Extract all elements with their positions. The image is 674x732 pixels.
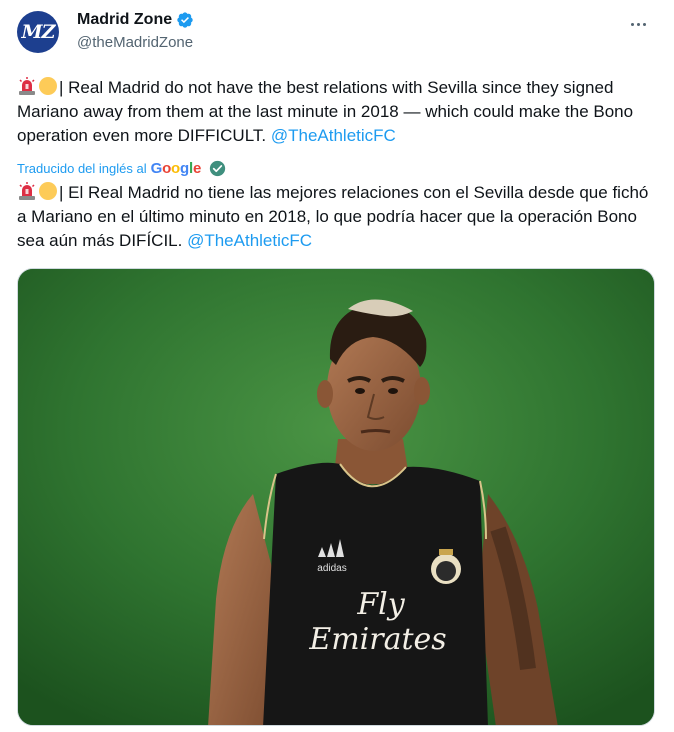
author-handle[interactable]: @theMadridZone bbox=[77, 34, 193, 51]
google-logo: Google bbox=[150, 160, 202, 177]
checkmark-circle-icon bbox=[209, 160, 226, 177]
player-photo: adidas Fly Emirates bbox=[18, 269, 654, 725]
author-name-row: Madrid Zone bbox=[77, 11, 194, 29]
shirt-sponsor-line2: Emirates bbox=[308, 622, 446, 657]
more-options-button[interactable] bbox=[626, 14, 650, 34]
avatar[interactable]: MZ bbox=[17, 11, 59, 53]
police-light-icon bbox=[19, 182, 35, 200]
dot-icon bbox=[630, 22, 634, 26]
translation-label: Traducido del inglés al bbox=[17, 161, 147, 176]
yellow-circle-icon bbox=[39, 182, 57, 200]
translation-attribution: Traducido del inglés al Google bbox=[17, 160, 226, 177]
verified-badge-icon bbox=[177, 12, 193, 28]
yellow-circle-icon bbox=[39, 77, 57, 95]
tweet-photo[interactable]: adidas Fly Emirates bbox=[17, 268, 655, 726]
tweet: MZ Madrid Zone @theMadridZone | Real Mad… bbox=[0, 0, 674, 732]
avatar-logo-text: MZ bbox=[21, 21, 56, 43]
tweet-text-translated: | El Real Madrid no tiene las mejores re… bbox=[17, 181, 657, 253]
mention-link[interactable]: @TheAthleticFC bbox=[187, 231, 312, 250]
author-display-name[interactable]: Madrid Zone bbox=[77, 11, 172, 29]
dot-icon bbox=[636, 22, 640, 26]
dot-icon bbox=[642, 22, 646, 26]
tweet-text-original: | Real Madrid do not have the best relat… bbox=[17, 76, 657, 148]
translated-body: | El Real Madrid no tiene las mejores re… bbox=[17, 183, 649, 250]
police-light-icon bbox=[19, 77, 35, 95]
shirt-sponsor-line1: Fly bbox=[356, 587, 405, 622]
shirt-brand: adidas bbox=[317, 563, 346, 574]
mention-link[interactable]: @TheAthleticFC bbox=[271, 126, 396, 145]
